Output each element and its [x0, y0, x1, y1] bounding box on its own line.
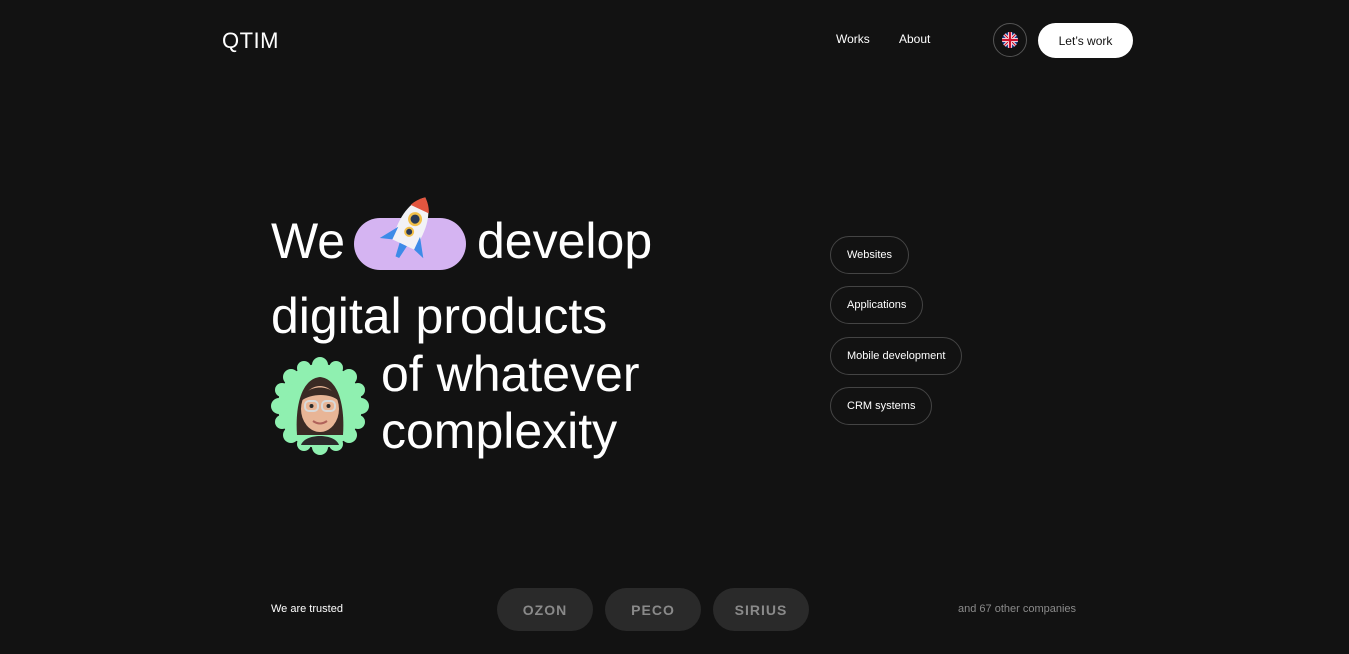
hero-line-complexity: complexity — [381, 403, 618, 459]
client-logo-ozon: OZON — [497, 588, 593, 631]
tag-websites[interactable]: Websites — [830, 236, 910, 274]
trusted-label: We are trusted — [271, 603, 343, 615]
tag-applications[interactable]: Applications — [830, 286, 924, 324]
hero-word-develop: develop — [477, 213, 653, 269]
logo[interactable]: QTIM — [222, 28, 279, 54]
avatar-badge — [271, 357, 369, 455]
language-switch-button[interactable] — [993, 23, 1027, 57]
hero-line-digital-products: digital products — [271, 288, 608, 344]
rocket-icon — [379, 197, 429, 259]
lets-work-button[interactable]: Let’s work — [1038, 23, 1133, 58]
client-logo-sirius: SIRIUS — [713, 588, 809, 631]
nav-works-link[interactable]: Works — [836, 32, 870, 46]
nav-about-link[interactable]: About — [899, 32, 930, 46]
hero-word-we: We — [271, 213, 346, 269]
other-companies-count: and 67 other companies — [958, 603, 1077, 615]
uk-flag-icon — [1002, 32, 1018, 48]
tag-crm-systems[interactable]: CRM systems — [830, 387, 933, 425]
hero-line-of-whatever: of whatever — [381, 346, 640, 402]
client-logo-peco: PECO — [605, 588, 701, 631]
tag-mobile-development[interactable]: Mobile development — [830, 337, 963, 375]
